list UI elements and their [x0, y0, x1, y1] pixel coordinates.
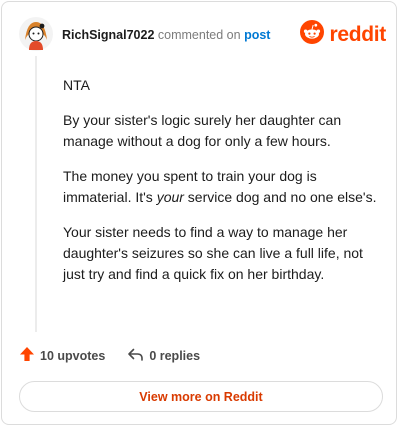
comment-paragraph: Your sister needs to find a way to manag…	[63, 224, 363, 282]
username-link[interactable]: RichSignal7022	[62, 28, 154, 42]
comment-paragraph: By your sister's logic surely her daught…	[63, 112, 342, 149]
reddit-logo[interactable]: reddit	[300, 20, 386, 49]
comment-actions: 10 upvotes 0 replies	[19, 346, 222, 365]
upvote-button[interactable]: 10 upvotes	[19, 346, 105, 365]
comment-embed-card: RichSignal7022 commented on post reddit	[1, 1, 397, 425]
upvote-arrow-icon	[19, 346, 40, 365]
user-avatar-icon[interactable]	[18, 16, 54, 52]
reddit-wordmark: reddit	[329, 22, 386, 46]
comment-body: NTA By your sister's logic surely her da…	[63, 75, 381, 299]
comment-header: RichSignal7022 commented on post reddit	[16, 14, 386, 54]
upvote-count: 10 upvotes	[40, 348, 106, 363]
view-more-button[interactable]: View more on Reddit	[19, 381, 383, 412]
emphasized-text: your	[156, 189, 184, 205]
replies-button[interactable]: 0 replies	[127, 346, 200, 365]
paragraph-text: service dog and no one else's.	[183, 189, 377, 205]
thread-line	[35, 56, 37, 332]
reddit-alien-icon	[300, 20, 325, 49]
post-link[interactable]: post	[244, 28, 270, 42]
comment-paragraph: NTA	[63, 77, 90, 93]
commented-on-text: commented on	[157, 28, 241, 42]
reply-count: 0 replies	[149, 348, 201, 363]
comment-paragraph: The money you spent to train your dog is…	[63, 166, 381, 208]
comment-meta: RichSignal7022 commented on post	[62, 28, 270, 42]
reply-arrow-icon	[127, 346, 149, 365]
